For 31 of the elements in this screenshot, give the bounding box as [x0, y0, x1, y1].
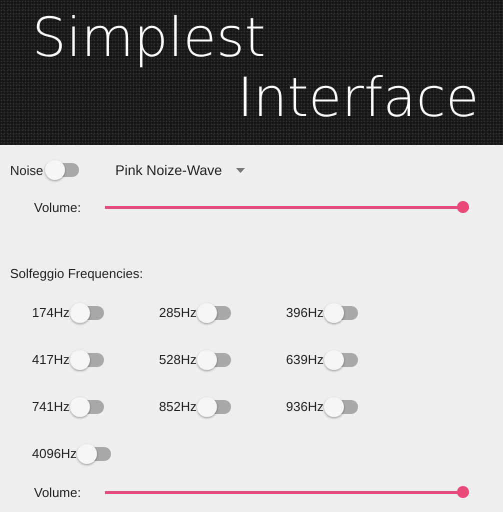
frequency-label: 417Hz — [32, 352, 70, 367]
frequency-label: 285Hz — [159, 305, 197, 320]
volume-label: Volume: — [34, 484, 81, 500]
frequency-label: 852Hz — [159, 399, 197, 414]
toggle-switch[interactable] — [324, 396, 358, 418]
toggle-switch[interactable] — [70, 302, 104, 324]
caret-icon — [236, 168, 246, 172]
toggle-switch[interactable] — [324, 302, 358, 324]
frequency-label: 528Hz — [159, 352, 197, 367]
section-title: Solfeggio Frequencies: — [10, 266, 143, 281]
wave-dropdown[interactable]: Pink Noize-Wave — [115, 162, 246, 178]
toggle-switch[interactable] — [76, 442, 111, 464]
toggle-switch[interactable] — [70, 396, 104, 418]
title-text: Simplest — [32, 8, 266, 68]
frequency-label: 639Hz — [286, 352, 324, 367]
slider-thumb[interactable] — [456, 201, 469, 213]
frequency-label: 741Hz — [32, 399, 70, 414]
frequency-label: 396Hz — [286, 305, 324, 320]
toggle-switch[interactable] — [45, 159, 80, 181]
toggle-switch[interactable] — [196, 302, 231, 324]
title-text: Interface — [237, 68, 479, 128]
slider-thumb[interactable] — [456, 486, 469, 498]
toggle-switch[interactable] — [70, 348, 104, 370]
toggle-switch[interactable] — [196, 348, 231, 370]
frequency-label: 936Hz — [286, 399, 324, 414]
frequency-label: 4096Hz — [32, 446, 77, 461]
volume-label: Volume: — [34, 200, 81, 214]
toggle-switch[interactable] — [196, 396, 231, 418]
frequency-label: 174Hz — [32, 305, 70, 320]
noise-label: Noise — [10, 162, 44, 178]
toggle-switch[interactable] — [324, 348, 358, 370]
